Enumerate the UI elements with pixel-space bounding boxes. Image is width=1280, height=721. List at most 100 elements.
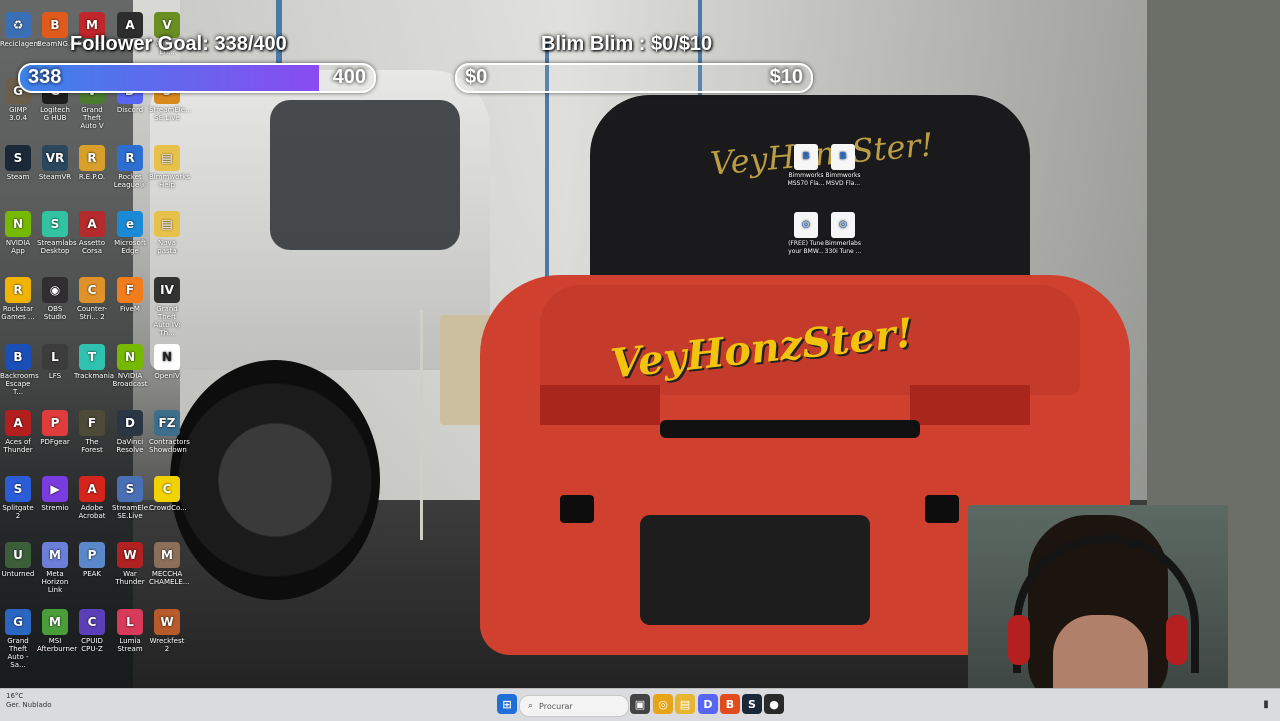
blim-target-value: $10 bbox=[769, 66, 803, 88]
desktop-icon-label: Steam bbox=[6, 172, 30, 181]
desktop-icon-label: Stremio bbox=[41, 504, 69, 513]
desktop-icon[interactable]: T Trackmania bbox=[74, 343, 114, 380]
desktop-icon[interactable]: N NVIDIA Broadcast bbox=[112, 343, 148, 388]
desktop-icon[interactable]: e Microsoft Edge bbox=[112, 210, 148, 255]
wallpaper-shortcut[interactable]: B Bimmworks MSS70 Fla... bbox=[786, 144, 826, 188]
wallpaper-shortcut[interactable]: B Bimmworks MSVD Fla... bbox=[823, 144, 863, 188]
desktop-icon[interactable]: M MSI Afterburner bbox=[37, 608, 78, 653]
desktop-icon[interactable]: F The Forest bbox=[74, 409, 110, 454]
desktop-icon[interactable]: F FiveM bbox=[112, 277, 148, 313]
desktop-icon[interactable]: M MECCHA CHAMELE... bbox=[149, 542, 189, 586]
desktop-icon[interactable]: ♻ Reciclagem bbox=[0, 12, 40, 48]
desktop-icon[interactable]: ▶ Stremio bbox=[37, 476, 73, 512]
desktop-icon[interactable]: L Lumia Stream bbox=[112, 608, 148, 653]
desktop-icon[interactable]: C CPUID CPU-Z bbox=[74, 608, 110, 653]
app-icon: A bbox=[79, 210, 105, 237]
shortcut-label: Bimmworks MSS70 Fla... bbox=[787, 172, 825, 187]
app-icon: A bbox=[5, 409, 31, 436]
desktop-icon[interactable]: G Grand Theft Auto - Sa... bbox=[0, 608, 36, 669]
desktop-icon[interactable]: A Assetto Corsa bbox=[74, 210, 110, 255]
desktop-icon[interactable]: VR SteamVR bbox=[37, 144, 73, 181]
start-button[interactable]: ⊞ bbox=[497, 694, 517, 714]
desktop-icon-label: Rocket League® bbox=[113, 172, 147, 189]
weather-widget[interactable]: 16°C Ger. Nublado bbox=[6, 692, 52, 710]
app-icon: F bbox=[79, 409, 105, 436]
app-icon: R bbox=[117, 144, 143, 171]
desktop-icon[interactable]: B Backrooms Escape T... bbox=[0, 343, 39, 396]
wallpaper-shortcut[interactable]: ◎ (FREE) Tune your BMW... bbox=[786, 212, 826, 256]
desktop-icon[interactable]: IV Grand Theft Auto IV: Th... bbox=[149, 277, 185, 337]
desktop-icon[interactable]: FZ Contractors Showdown bbox=[149, 409, 190, 454]
desktop-icon-label: Unturned bbox=[1, 570, 35, 579]
app-icon: C bbox=[79, 608, 105, 635]
desktop-icon-label: NVIDIA Broadcast bbox=[112, 371, 148, 388]
taskbar-streamlabs-icon[interactable]: ● bbox=[764, 694, 784, 714]
desktop-icon-label: Meta Horizon Link bbox=[41, 570, 69, 595]
desktop-icon[interactable]: L LFS bbox=[37, 343, 73, 380]
taskbar-chrome-icon[interactable]: ◎ bbox=[653, 694, 673, 714]
desktop-icon[interactable]: U Unturned bbox=[0, 542, 36, 578]
desktop-icon[interactable]: S Splitgate 2 bbox=[0, 476, 36, 520]
desktop-icon-label: OBS Studio bbox=[43, 305, 67, 322]
desktop-icon[interactable]: W Wreckfest 2 bbox=[149, 608, 185, 653]
desktop-icon[interactable]: C CrowdCo... bbox=[149, 476, 187, 512]
desktop-icon[interactable]: ▤ Nova pasta bbox=[149, 210, 185, 255]
taskbar-task-view-icon[interactable]: ▣ bbox=[630, 694, 650, 714]
desktop-icon-label: Lumia Stream bbox=[117, 636, 143, 653]
fog-light bbox=[925, 495, 959, 523]
desktop-icon[interactable]: D DaVinci Resolve bbox=[112, 409, 148, 454]
search-icon: ⌕ bbox=[528, 701, 534, 711]
wallpaper-shortcut[interactable]: ◎ Bimmerlabs 330i Tune ... bbox=[823, 212, 863, 256]
desktop-icon[interactable]: S StreamEle... SE.Live bbox=[112, 476, 155, 521]
desktop-icon[interactable]: N OpenIV bbox=[149, 343, 185, 380]
desktop-icon-label: Aces of Thunder bbox=[3, 437, 33, 454]
desktop-icon[interactable]: M Meta Horizon Link bbox=[37, 542, 73, 594]
desktop-icon-label: MSI Afterburner bbox=[37, 636, 78, 653]
desktop-icon-label: Streamlabs Desktop bbox=[37, 238, 77, 255]
desktop-icon-label: StreamEle... SE.Live bbox=[112, 504, 155, 521]
desktop-icon-label: Rockstar Games ... bbox=[1, 305, 35, 322]
desktop-icon[interactable]: ▤ Bimmworks Help bbox=[149, 144, 190, 189]
app-icon: W bbox=[117, 542, 143, 569]
desktop-icon-label: LFS bbox=[48, 371, 62, 380]
app-icon: N bbox=[154, 343, 180, 370]
taskbar-file-explorer-icon[interactable]: ▤ bbox=[675, 694, 695, 714]
app-icon: S bbox=[5, 144, 31, 171]
desktop-icon[interactable]: B BeamNG.dr... bbox=[37, 12, 83, 48]
desktop-icon[interactable]: R Rocket League® bbox=[112, 144, 148, 189]
desktop-icon[interactable]: ◉ OBS Studio bbox=[37, 277, 73, 321]
shortcut-icon: B bbox=[794, 144, 818, 170]
taskbar-search[interactable]: ⌕ Procurar bbox=[519, 695, 629, 717]
desktop-icon[interactable]: S Steam bbox=[0, 144, 36, 181]
desktop-icon[interactable]: N NVIDIA App bbox=[0, 210, 36, 255]
desktop-icon[interactable]: W War Thunder bbox=[112, 542, 148, 586]
desktop-icon[interactable]: A Adobe Acrobat bbox=[74, 476, 110, 520]
desktop-icon[interactable]: R R.E.P.O. bbox=[74, 144, 110, 181]
taskbar-discord-icon[interactable]: D bbox=[698, 694, 718, 714]
bumper-intake bbox=[640, 515, 870, 625]
desktop-icon[interactable]: A Aces of Thunder bbox=[0, 409, 36, 454]
taskbar-brave-icon[interactable]: B bbox=[720, 694, 740, 714]
app-icon: N bbox=[5, 210, 31, 237]
taskbar-steam-icon[interactable]: S bbox=[742, 694, 762, 714]
shortcut-label: Bimmworks MSVD Fla... bbox=[825, 172, 861, 187]
desktop-icon[interactable]: P PEAK bbox=[74, 542, 110, 578]
tray-icon[interactable]: ▮ bbox=[1256, 694, 1276, 714]
desktop-icon[interactable]: P PDFgear bbox=[37, 409, 73, 446]
desktop-icon-label: Grand Theft Auto - Sa... bbox=[7, 636, 29, 669]
desktop-icon-label: Wreckfest 2 bbox=[149, 636, 185, 653]
app-icon: L bbox=[117, 608, 143, 635]
app-icon: ♻ bbox=[5, 12, 31, 38]
app-icon: P bbox=[42, 409, 68, 436]
desktop-icon-label: War Thunder bbox=[115, 570, 145, 587]
desktop-icon[interactable]: S Streamlabs Desktop bbox=[37, 210, 77, 255]
desktop-icon[interactable]: R Rockstar Games ... bbox=[0, 277, 36, 321]
app-icon: e bbox=[117, 210, 143, 237]
desktop-icon-label: DaVinci Resolve bbox=[116, 437, 144, 454]
desktop-icon[interactable]: C Counter-Stri... 2 bbox=[74, 277, 110, 321]
shortcut-icon: B bbox=[831, 144, 855, 170]
app-icon: D bbox=[117, 409, 143, 436]
tire bbox=[170, 360, 380, 600]
desktop-icon-label: Logitech G HUB bbox=[40, 106, 70, 123]
headset-ear-right bbox=[1166, 615, 1188, 665]
